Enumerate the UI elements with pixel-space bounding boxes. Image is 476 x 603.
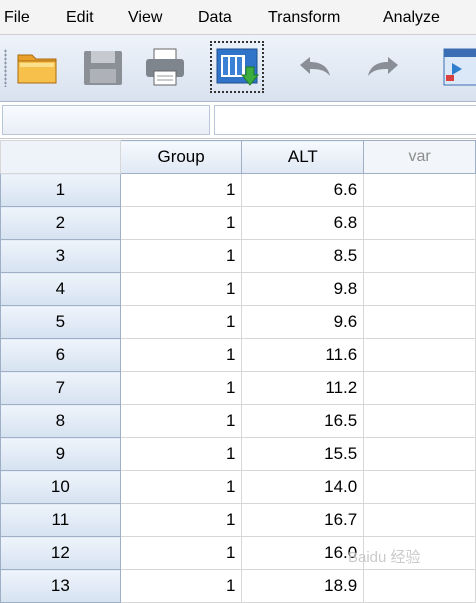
column-header-var[interactable]: var: [363, 140, 476, 174]
cell-group[interactable]: 1: [119, 305, 243, 339]
dialog-recall-icon[interactable]: [210, 41, 264, 93]
watermark: Baidu 经验: [348, 549, 421, 566]
column-header-alt[interactable]: ALT: [241, 140, 365, 174]
table-row: 3 1 8.5: [0, 239, 476, 273]
row-number[interactable]: 7: [0, 371, 121, 405]
cell-group[interactable]: 1: [119, 569, 243, 603]
toolbar: [0, 35, 476, 102]
table-row: 9 1 15.5: [0, 437, 476, 471]
cell-alt[interactable]: 16.5: [241, 404, 365, 438]
cell-alt[interactable]: 9.6: [241, 305, 365, 339]
row-number[interactable]: 8: [0, 404, 121, 438]
cell-alt[interactable]: 9.8: [241, 272, 365, 306]
cell-group[interactable]: 1: [119, 338, 243, 372]
cell-alt[interactable]: 6.8: [241, 206, 365, 240]
redo-icon[interactable]: [360, 45, 406, 89]
cell-var[interactable]: [363, 437, 476, 471]
table-row: 4 1 9.8: [0, 272, 476, 306]
cell-var[interactable]: [363, 503, 476, 537]
row-number[interactable]: 12: [0, 536, 121, 570]
row-number[interactable]: 1: [0, 173, 121, 207]
table-row: 10 1 14.0: [0, 470, 476, 504]
table-row: 8 1 16.5: [0, 404, 476, 438]
cell-group[interactable]: 1: [119, 272, 243, 306]
cell-group[interactable]: 1: [119, 437, 243, 471]
open-folder-icon[interactable]: [14, 45, 60, 89]
cell-group[interactable]: 1: [119, 404, 243, 438]
menu-data[interactable]: Data: [198, 8, 232, 28]
undo-icon[interactable]: [292, 45, 338, 89]
cell-var[interactable]: [363, 404, 476, 438]
row-number[interactable]: 5: [0, 305, 121, 339]
cell-var[interactable]: [363, 239, 476, 273]
cell-alt[interactable]: 16.7: [241, 503, 365, 537]
row-number[interactable]: 2: [0, 206, 121, 240]
cell-var[interactable]: [363, 173, 476, 207]
cell-alt[interactable]: 8.5: [241, 239, 365, 273]
cell-group[interactable]: 1: [119, 503, 243, 537]
table-row: 11 1 16.7: [0, 503, 476, 537]
print-icon[interactable]: [142, 45, 188, 89]
cell-alt[interactable]: 11.2: [241, 371, 365, 405]
cell-name-box[interactable]: [2, 105, 210, 135]
cell-var[interactable]: [363, 470, 476, 504]
toolbar-grip[interactable]: [4, 49, 7, 87]
data-grid: Group ALT var 1 1 6.6 2 1 6.8 3 1 8.5 4 …: [0, 140, 476, 603]
grid-corner[interactable]: [0, 140, 121, 174]
cell-editor-bar: [0, 102, 476, 139]
row-number[interactable]: 4: [0, 272, 121, 306]
table-row: 7 1 11.2: [0, 371, 476, 405]
cell-var[interactable]: [363, 338, 476, 372]
cell-group[interactable]: 1: [119, 206, 243, 240]
cell-group[interactable]: 1: [119, 239, 243, 273]
cell-value-field[interactable]: [214, 105, 476, 135]
row-number[interactable]: 9: [0, 437, 121, 471]
table-row: 2 1 6.8: [0, 206, 476, 240]
row-number[interactable]: 6: [0, 338, 121, 372]
menu-transform[interactable]: Transform: [268, 8, 340, 28]
column-header-group[interactable]: Group: [119, 140, 243, 174]
cell-var[interactable]: [363, 272, 476, 306]
cell-var[interactable]: [363, 206, 476, 240]
cell-group[interactable]: 1: [119, 536, 243, 570]
cell-group[interactable]: 1: [119, 371, 243, 405]
menu-view[interactable]: View: [128, 8, 162, 28]
goto-case-icon[interactable]: [440, 45, 476, 89]
cell-group[interactable]: 1: [119, 173, 243, 207]
table-row: 5 1 9.6: [0, 305, 476, 339]
cell-var[interactable]: [363, 371, 476, 405]
row-number[interactable]: 11: [0, 503, 121, 537]
cell-alt[interactable]: 18.9: [241, 569, 365, 603]
cell-alt[interactable]: 11.6: [241, 338, 365, 372]
table-row: 1 1 6.6: [0, 173, 476, 207]
cell-alt[interactable]: 6.6: [241, 173, 365, 207]
cell-var[interactable]: [363, 305, 476, 339]
cell-alt[interactable]: 15.5: [241, 437, 365, 471]
cell-alt[interactable]: 14.0: [241, 470, 365, 504]
menu-bar: File Edit View Data Transform Analyze: [0, 0, 476, 35]
save-icon[interactable]: [80, 45, 126, 89]
row-number[interactable]: 13: [0, 569, 121, 603]
row-number[interactable]: 10: [0, 470, 121, 504]
cell-alt[interactable]: 16.0: [241, 536, 365, 570]
menu-file[interactable]: File: [4, 8, 30, 28]
table-row: 6 1 11.6: [0, 338, 476, 372]
header-row: Group ALT var: [0, 140, 476, 174]
row-number[interactable]: 3: [0, 239, 121, 273]
cell-group[interactable]: 1: [119, 470, 243, 504]
menu-edit[interactable]: Edit: [66, 8, 94, 28]
menu-analyze[interactable]: Analyze: [383, 8, 440, 28]
